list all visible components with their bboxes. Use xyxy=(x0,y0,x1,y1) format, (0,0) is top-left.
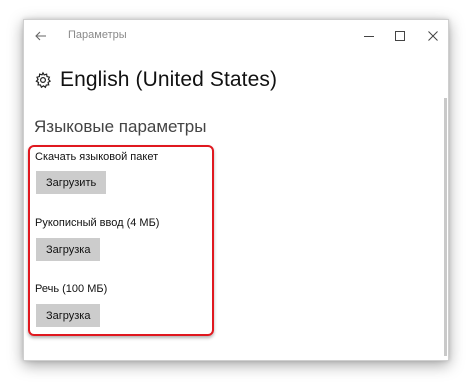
handwriting-label: Рукописный ввод (4 МБ) xyxy=(35,217,160,229)
page-title: English (United States) xyxy=(60,68,278,91)
close-icon xyxy=(428,31,438,41)
back-arrow-icon xyxy=(35,31,46,41)
minimize-button[interactable] xyxy=(358,25,380,47)
back-button[interactable] xyxy=(30,25,52,47)
speech-label: Речь (100 МБ) xyxy=(35,283,108,295)
title-bar: Параметры xyxy=(24,20,448,52)
download-language-pack-button[interactable]: Загрузить xyxy=(36,171,107,194)
maximize-icon xyxy=(395,31,405,41)
minimize-icon xyxy=(364,36,374,37)
close-button[interactable] xyxy=(422,25,444,47)
settings-window: Параметры English (United States) Языков… xyxy=(23,19,449,361)
download-handwriting-button[interactable]: Загрузка xyxy=(36,238,101,261)
language-pack-label: Скачать языковой пакет xyxy=(35,151,159,163)
maximize-button[interactable] xyxy=(389,25,411,47)
app-title: Параметры xyxy=(68,29,127,41)
page-header: English (United States) xyxy=(34,68,277,92)
scrollbar[interactable] xyxy=(444,98,447,356)
download-speech-button[interactable]: Загрузка xyxy=(36,304,101,327)
gear-icon xyxy=(35,71,52,89)
section-title: Языковые параметры xyxy=(34,117,207,136)
